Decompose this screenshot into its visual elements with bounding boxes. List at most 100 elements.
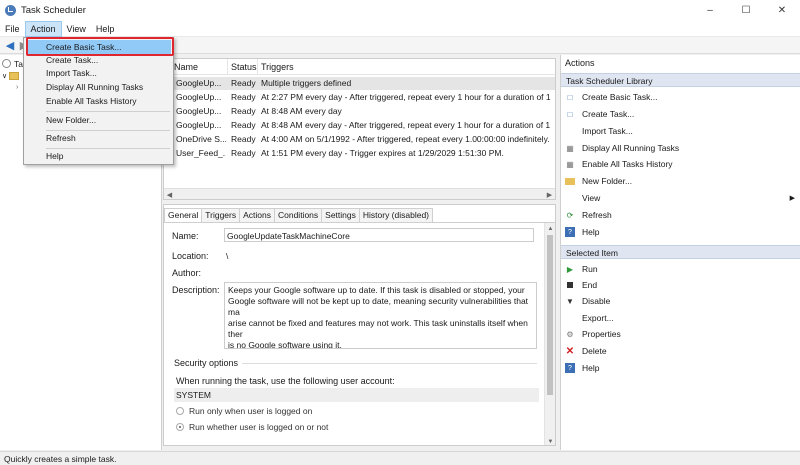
action-end[interactable]: End: [565, 278, 797, 292]
menu-action[interactable]: Action: [24, 20, 62, 37]
scroll-down-icon[interactable]: ▼: [545, 436, 555, 445]
column-name[interactable]: Name: [174, 62, 198, 72]
task-status: Ready: [231, 92, 256, 102]
action-help-selected[interactable]: ? Help: [565, 361, 797, 375]
tab-general[interactable]: General: [164, 208, 203, 223]
chevron-down-icon[interactable]: ∨: [2, 72, 7, 80]
tree-child-node[interactable]: ›: [16, 82, 18, 93]
properties-vscrollbar[interactable]: ▲ ▼: [544, 223, 555, 445]
action-display-running[interactable]: ▦ Display All Running Tasks: [565, 141, 797, 155]
radio-run-whether[interactable]: Run whether user is logged on or not: [176, 422, 328, 432]
menu-item-import-task[interactable]: Import Task...: [46, 67, 97, 80]
action-dropdown-menu: Create Basic Task... Create Task... Impo…: [23, 37, 174, 165]
radio-run-logged-on[interactable]: Run only when user is logged on: [176, 406, 312, 416]
menu-item-display-running[interactable]: Display All Running Tasks: [46, 81, 143, 94]
action-refresh[interactable]: ⟳ Refresh: [565, 208, 797, 222]
task-status: Ready: [231, 78, 256, 88]
scroll-thumb[interactable]: [547, 235, 553, 395]
action-label: Import Task...: [582, 126, 633, 136]
description-label: Description:: [172, 285, 220, 295]
maximize-button[interactable]: ☐: [728, 0, 764, 21]
minimize-button[interactable]: –: [692, 0, 728, 21]
task-status: Ready: [231, 148, 256, 158]
tab-history[interactable]: History (disabled): [358, 208, 434, 222]
scroll-left-icon[interactable]: ◀: [164, 189, 175, 199]
actions-pane: Actions Task Scheduler Library □ Create …: [560, 55, 800, 450]
task-triggers: At 2:27 PM every day - After triggered, …: [261, 92, 551, 102]
task-triggers: At 8:48 AM every day - After triggered, …: [261, 120, 551, 130]
refresh-icon: ⟳: [566, 210, 574, 220]
action-properties[interactable]: ⚙ Properties: [565, 327, 797, 341]
action-create-task[interactable]: □ Create Task...: [565, 107, 797, 121]
menu-help[interactable]: Help: [91, 21, 120, 37]
action-label: New Folder...: [582, 176, 633, 186]
action-create-basic-task[interactable]: □ Create Basic Task...: [565, 90, 797, 104]
task-name: GoogleUp...: [176, 78, 222, 88]
close-button[interactable]: ✕: [764, 0, 800, 21]
create-basic-task-icon: □: [567, 92, 573, 102]
chevron-right-icon[interactable]: ›: [16, 84, 18, 91]
scroll-right-icon[interactable]: ▶: [544, 189, 555, 199]
task-row[interactable]: GoogleUp... Ready At 8:48 AM every day: [164, 105, 555, 118]
task-properties-panel: General Triggers Actions Conditions Sett…: [163, 204, 556, 446]
status-bar: Quickly creates a simple task.: [0, 451, 800, 465]
description-field[interactable]: Keeps your Google software up to date. I…: [224, 282, 537, 349]
back-icon[interactable]: ◀: [3, 38, 17, 52]
center-pane: Name Status Triggers GoogleUp... Ready M…: [163, 55, 559, 450]
action-label: Run: [582, 264, 598, 274]
task-status: Ready: [231, 134, 256, 144]
library-section-header[interactable]: Task Scheduler Library: [561, 73, 800, 87]
radio-icon[interactable]: [176, 423, 184, 431]
action-import-task[interactable]: Import Task...: [565, 124, 797, 138]
column-triggers[interactable]: Triggers: [261, 62, 294, 72]
action-view[interactable]: View ▶: [565, 191, 797, 205]
highlight-callout: [26, 37, 174, 56]
menu-item-refresh[interactable]: Refresh: [46, 132, 76, 145]
task-name: User_Feed_...: [176, 148, 226, 158]
scroll-up-icon[interactable]: ▲: [545, 223, 555, 234]
menu-view[interactable]: View: [62, 21, 91, 37]
column-status[interactable]: Status: [231, 62, 257, 72]
task-row[interactable]: OneDrive S... Ready At 4:00 AM on 5/1/19…: [164, 133, 555, 146]
title-bar: Task Scheduler – ☐ ✕: [0, 0, 800, 21]
action-label: Delete: [582, 346, 607, 356]
action-help[interactable]: ? Help: [565, 225, 797, 239]
task-row[interactable]: GoogleUp... Ready At 8:48 AM every day -…: [164, 119, 555, 132]
folder-icon: [9, 71, 20, 80]
menu-file[interactable]: File: [0, 21, 25, 37]
tree-root-label: Ta: [14, 58, 23, 69]
task-triggers: Multiple triggers defined: [261, 78, 352, 88]
task-scheduler-icon: [5, 5, 16, 16]
action-new-folder[interactable]: New Folder...: [565, 174, 797, 188]
menu-item-new-folder[interactable]: New Folder...: [46, 114, 96, 127]
disable-icon: ▼: [566, 296, 574, 306]
radio-icon[interactable]: [176, 407, 184, 415]
task-name: OneDrive S...: [176, 134, 226, 144]
history-icon: ▦: [566, 159, 574, 169]
menu-item-help[interactable]: Help: [46, 150, 63, 163]
action-enable-history[interactable]: ▦ Enable All Tasks History: [565, 157, 797, 171]
action-export[interactable]: Export...: [565, 311, 797, 325]
task-row[interactable]: GoogleUp... Ready At 2:27 PM every day -…: [164, 91, 555, 104]
running-tasks-icon: ▦: [566, 143, 574, 153]
task-list-hscrollbar[interactable]: ◀ ▶: [164, 188, 555, 199]
tab-settings[interactable]: Settings: [321, 208, 360, 222]
task-row[interactable]: User_Feed_... Ready At 1:51 PM every day…: [164, 147, 555, 160]
run-account-label: When running the task, use the following…: [176, 376, 395, 386]
task-name: GoogleUp...: [176, 92, 222, 102]
tab-conditions[interactable]: Conditions: [273, 208, 323, 222]
folder-icon: [565, 176, 575, 186]
tab-actions[interactable]: Actions: [239, 208, 275, 222]
action-disable[interactable]: ▼ Disable: [565, 294, 797, 308]
tab-triggers[interactable]: Triggers: [201, 208, 241, 222]
radio-label: Run only when user is logged on: [189, 406, 313, 416]
task-row[interactable]: GoogleUp... Ready Multiple triggers defi…: [164, 77, 555, 90]
menu-item-enable-history[interactable]: Enable All Tasks History: [46, 95, 137, 108]
tree-root[interactable]: Ta: [2, 58, 23, 69]
actions-title: Actions: [565, 58, 595, 68]
selected-item-section-header[interactable]: Selected Item: [561, 245, 800, 259]
action-delete[interactable]: ✕ Delete: [565, 344, 797, 358]
task-name-field[interactable]: GoogleUpdateTaskMachineCore: [224, 228, 534, 242]
action-run[interactable]: ▶ Run: [565, 262, 797, 276]
tree-library-node[interactable]: ∨: [2, 70, 22, 81]
